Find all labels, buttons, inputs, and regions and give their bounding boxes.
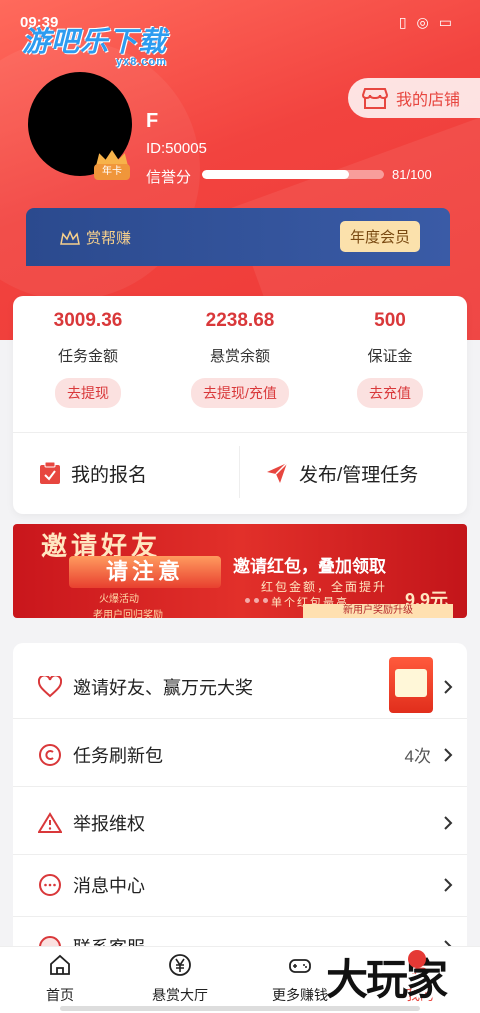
vip-crown-icon [60,229,80,245]
tab-home[interactable]: 首页 [0,953,120,1005]
refresh-count: 4次 [404,747,431,766]
watermark-logo-top: 游吧乐下载 yx8.com [22,20,167,68]
tab-more-earn-label: 更多赚钱 [272,987,328,1003]
publish-manage-task-button[interactable]: 发布/管理任务 [265,432,465,514]
invite-banner-small1: 火爆活动 [99,594,139,605]
menu-item-label: 举报维权 [73,813,145,834]
credit-progress-fill [202,170,350,179]
watermark-logo-bottom: 大玩家 [326,955,448,1004]
balance-label: 悬赏余额 [209,348,270,365]
balance-deposit: 500 保证金 去充值 [315,310,465,408]
chevron-right-icon [444,877,453,892]
vip-title-label: 赏帮赚 [86,230,132,247]
balance-amount: 2238.68 [205,310,275,331]
vip-title: 赏帮赚 [60,227,131,248]
chevron-right-icon [444,747,453,762]
battery-icon: ▭ [438,14,452,30]
menu-list: 邀请好友、赢万元大奖 任务刷新包 4次 举报维权 消息中心 联系客服 [13,643,467,953]
menu-item-label: 邀请好友、赢万元大奖 [73,677,253,698]
menu-item-refresh-pack[interactable]: 任务刷新包 4次 [13,723,467,787]
chevron-right-icon [444,815,453,830]
status-icons: ▯ ◎ ▭ [399,14,452,31]
heart-icon [37,674,63,700]
store-icon [362,88,388,109]
clipboard-icon [40,461,60,484]
credit-label: 信誉分 [146,169,192,186]
balance-label: 任务金额 [57,348,118,365]
my-store-label: 我的店铺 [396,92,461,109]
home-icon [50,954,70,975]
watermark-top-url: yx8.com [115,56,168,68]
alarm-icon: ◎ [416,14,429,30]
credit-value: 81/100 [392,167,432,182]
user-id: ID:50005 [146,140,207,157]
username: F [146,110,159,132]
send-icon [267,462,288,483]
balance-amount: 3009.36 [53,310,123,331]
menu-item-messages[interactable]: 消息中心 [13,853,467,917]
recharge-button[interactable]: 去充值 [357,378,423,408]
menu-item-invite[interactable]: 邀请好友、赢万元大奖 [13,655,467,719]
carousel-dots [245,598,268,603]
watermark-top-text: 游吧乐下载 [22,26,168,57]
balance-card: 3009.36 任务金额 去提现 2238.68 悬赏余额 去提现/充值 500… [13,296,467,514]
balance-reward: 2238.68 悬赏余额 去提现/充值 [165,310,315,408]
yen-coin-icon [169,954,191,976]
copyright-icon [37,742,63,768]
menu-item-label: 任务刷新包 [73,745,163,766]
invite-promo-banner[interactable]: 邀请好友 请注意 火爆活动 老用户回归奖励 邀请红包，叠加领取 红包金额，全面提… [13,524,467,618]
invite-banner-headline: 邀请红包，叠加领取 [233,557,386,576]
warning-icon [37,810,63,836]
my-signup-button[interactable]: 我的报名 [39,432,239,514]
withdraw-button[interactable]: 去提现 [55,378,121,408]
vip-badge[interactable]: 年度会员 [339,221,420,252]
publish-manage-task-label: 发布/管理任务 [299,464,419,486]
chat-bubble-icon [37,872,63,898]
watermark-dot [408,950,426,968]
balance-amount: 500 [374,310,406,331]
crown-icon: 年卡 [94,150,130,180]
menu-item-report[interactable]: 举报维权 [13,791,467,855]
withdraw-recharge-button[interactable]: 去提现/充值 [191,378,289,408]
vip-banner[interactable]: 赏帮赚 年度会员 [26,208,450,266]
chevron-right-icon [444,679,453,694]
invite-banner-small2: 老用户回归奖励 [93,610,163,618]
gamepad-icon [289,959,311,973]
menu-item-label: 消息中心 [73,875,145,896]
home-indicator [60,1006,420,1011]
my-store-button[interactable]: 我的店铺 [348,78,480,118]
my-signup-label: 我的报名 [71,464,148,486]
invite-banner-sub: 请注意 [69,556,221,588]
tab-home-label: 首页 [46,987,74,1003]
vibrate-icon: ▯ [398,14,407,30]
divider [239,446,240,498]
red-envelope-icon [389,657,433,713]
vip-tag: 年卡 [94,164,130,180]
credit-progress-bar [202,170,384,179]
balance-label: 保证金 [367,348,413,365]
balance-task: 3009.36 任务金额 去提现 [13,310,163,408]
tab-reward-hall-label: 悬赏大厅 [152,987,208,1003]
tab-reward-hall[interactable]: 悬赏大厅 [120,953,240,1005]
invite-banner-line2: 红包金额，全面提升 [261,580,388,594]
invite-banner-strip: 新用户奖励升级 [303,604,453,618]
